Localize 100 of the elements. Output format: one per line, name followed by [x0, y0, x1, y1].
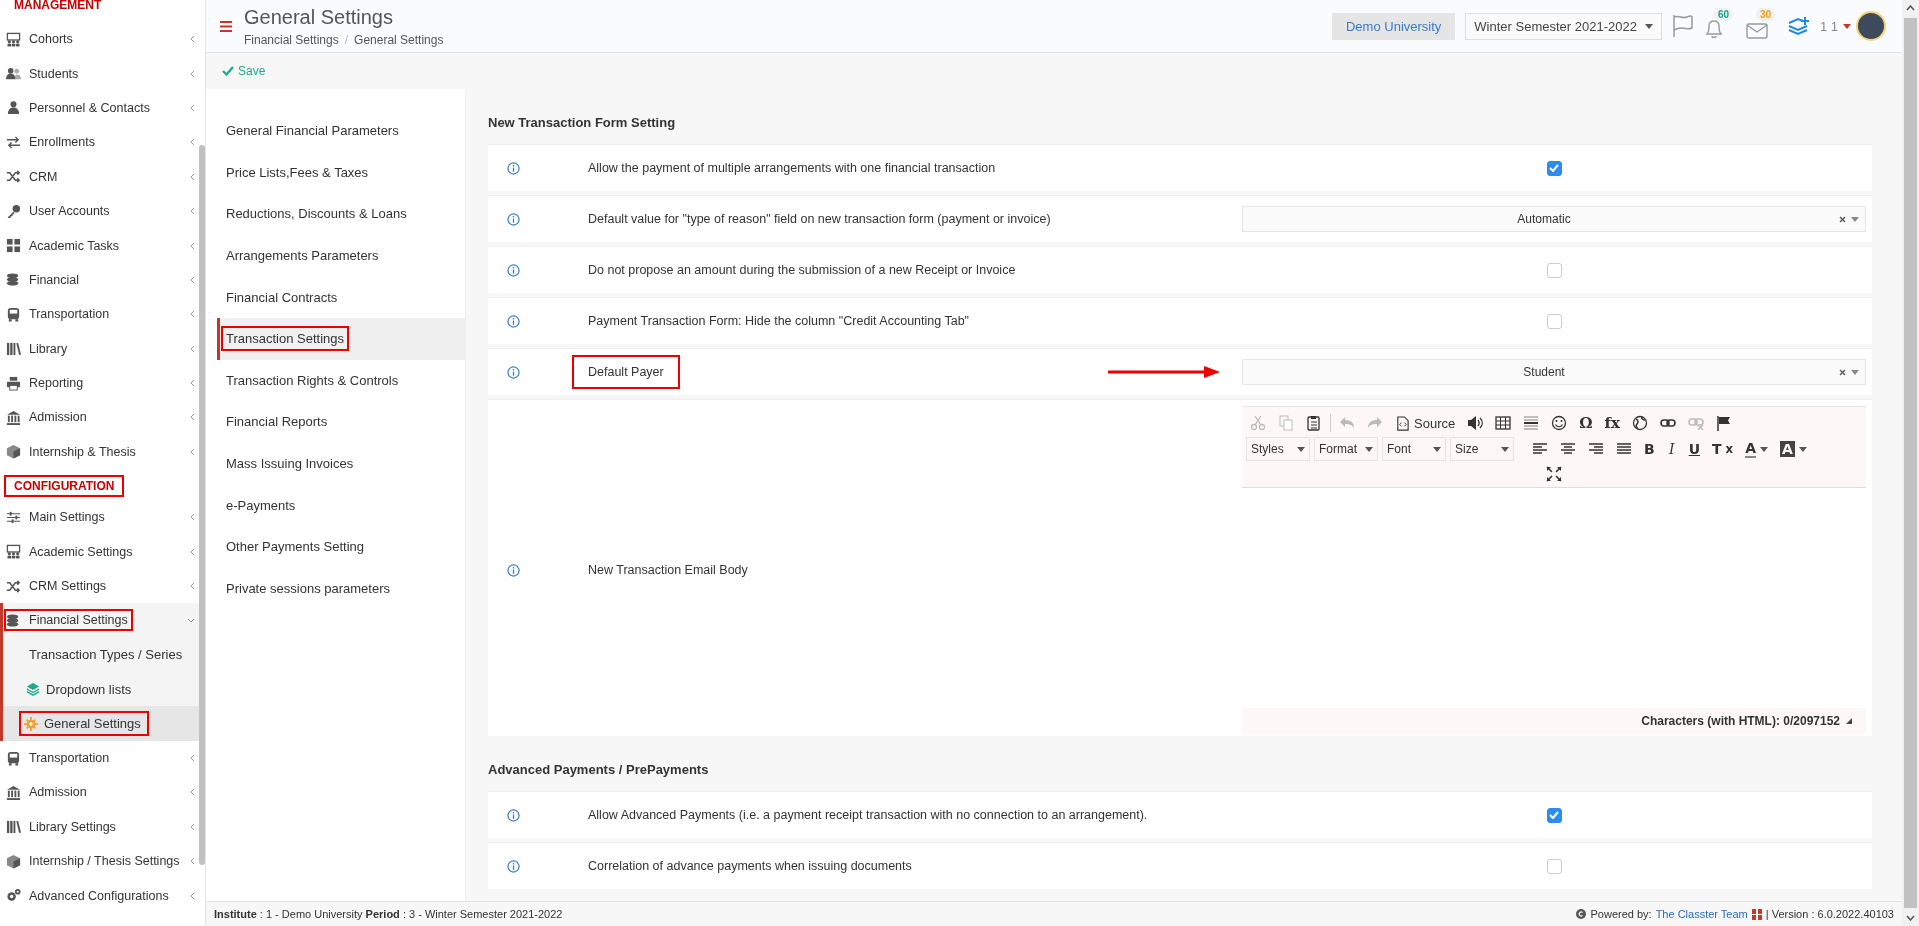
sidebar-item[interactable]: Academic Tasks	[0, 228, 199, 263]
sidebar-item[interactable]: Admission	[0, 775, 199, 810]
scroll-up-icon[interactable]	[1906, 5, 1915, 11]
chevron-left-icon	[189, 275, 195, 284]
breadcrumb-separator: /	[344, 32, 349, 47]
chevron-left-icon	[189, 891, 195, 900]
scrollbar[interactable]	[1902, 0, 1919, 926]
info-icon[interactable]	[506, 161, 520, 175]
sidebar-item[interactable]: Financial Settings	[0, 603, 199, 638]
settings-menu-item[interactable]: Reductions, Discounts & Loans	[217, 193, 465, 235]
select-field[interactable]: Student	[1242, 359, 1866, 385]
books-icon	[6, 341, 21, 357]
sidebar-item[interactable]: Internship / Thesis Settings	[0, 844, 199, 879]
sidebar-item[interactable]: CRM Settings	[0, 568, 199, 604]
info-icon[interactable]	[506, 859, 520, 873]
select-field[interactable]: Automatic	[1242, 206, 1866, 232]
bell-icon[interactable]	[1703, 18, 1724, 40]
toolbar-button[interactable]: Ω	[1575, 411, 1597, 435]
settings-menu-item[interactable]: Arrangements Parameters	[217, 234, 465, 277]
chevron-left-icon	[189, 379, 195, 388]
settings-menu-item[interactable]: e-Payments	[217, 484, 465, 526]
sidebar-item[interactable]: Personnel & Contacts	[0, 90, 199, 126]
settings-menu-item[interactable]: Transaction Rights & Controls	[217, 359, 465, 402]
layers-plus-icon[interactable]	[1787, 16, 1810, 36]
submenu-item[interactable]: Dropdown lists	[0, 672, 199, 707]
caret-icon	[1798, 446, 1807, 452]
sidebar-item[interactable]: CRM	[0, 159, 199, 194]
sidebar-item[interactable]: Internship & Thesis	[0, 434, 199, 470]
sidebar-item[interactable]: Enrollments	[0, 125, 199, 160]
toolbar-dropdown[interactable]: Size	[1450, 437, 1514, 461]
sidebar-item[interactable]: Main Settings	[0, 500, 199, 535]
sidebar-item[interactable]: Reporting	[0, 365, 199, 401]
chevron-left-icon	[189, 310, 195, 319]
caret-icon	[1297, 446, 1305, 452]
clear-icon[interactable]	[1839, 368, 1846, 376]
menu-icon[interactable]	[220, 20, 232, 32]
checkbox[interactable]	[1546, 807, 1562, 823]
checkbox[interactable]	[1546, 313, 1562, 329]
sidebar-item[interactable]: Library	[0, 331, 199, 366]
sidebar-item[interactable]: Transportation	[0, 740, 199, 776]
toolbar-dropdown[interactable]: Styles	[1246, 437, 1310, 461]
info-icon[interactable]	[506, 212, 520, 226]
settings-menu-item[interactable]: Price Lists,Fees & Taxes	[217, 151, 465, 194]
settings-menu-item[interactable]: Transaction Settings	[217, 317, 465, 360]
resize-handle-icon[interactable]	[1846, 718, 1852, 724]
chevron-left-icon	[189, 344, 195, 353]
setting-label: Do not propose an amount during the submission of a new Receipt or Invoice	[587, 262, 1017, 279]
info-icon[interactable]	[506, 263, 520, 277]
toolbar-button[interactable]: I	[1662, 438, 1681, 460]
sidebar-item[interactable]: Cohorts	[0, 22, 199, 57]
setting-label: Default value for "type of reason" field on new transaction form (payment or invoice)	[587, 211, 1052, 228]
toolbar-button[interactable]: U	[1684, 438, 1705, 460]
scrollbar[interactable]	[199, 145, 205, 865]
sidebar-item[interactable]: Admission	[0, 400, 199, 435]
info-icon[interactable]	[506, 808, 520, 822]
people-group-icon	[6, 544, 21, 560]
sidebar-item[interactable]: Academic Settings	[0, 534, 199, 569]
clear-icon[interactable]	[1839, 215, 1846, 223]
settings-menu-item[interactable]: Financial Contracts	[217, 276, 465, 318]
toolbar-dropdown[interactable]: Font	[1382, 437, 1446, 461]
setting-label: Default Payer	[574, 357, 678, 387]
printer-icon	[6, 375, 21, 391]
coins-icon	[6, 612, 21, 628]
avatar[interactable]	[1856, 11, 1886, 41]
team-link[interactable]: The Classter Team	[1655, 908, 1748, 920]
chevron-left-icon	[189, 413, 195, 422]
caret-icon	[1433, 446, 1441, 452]
shuffle-icon	[6, 578, 21, 594]
source-button[interactable]: Source	[1391, 412, 1460, 434]
submenu-item[interactable]: Transaction Types / Series	[0, 637, 199, 673]
checkbox[interactable]	[1546, 858, 1562, 874]
info-icon[interactable]	[506, 563, 520, 577]
settings-menu-item[interactable]: Financial Reports	[217, 401, 465, 443]
checkbox[interactable]	[1546, 262, 1562, 278]
breadcrumb-link[interactable]: Financial Settings	[244, 32, 339, 47]
info-icon[interactable]	[506, 365, 520, 379]
toolbar-dropdown[interactable]: Format	[1314, 437, 1378, 461]
sidebar-item[interactable]: Advanced Configurations	[0, 878, 199, 913]
text-color-button[interactable]: A	[1741, 437, 1772, 461]
toolbar-button[interactable]: B	[1640, 438, 1659, 460]
period-dropdown[interactable]: Winter Semester 2021-2022	[1465, 12, 1662, 40]
sidebar-item[interactable]: User Accounts	[0, 193, 199, 229]
settings-menu-item[interactable]: Private sessions parameters	[217, 567, 465, 610]
background-color-button[interactable]: A	[1776, 438, 1811, 460]
institution-button[interactable]: Demo University	[1331, 12, 1456, 40]
sidebar-item[interactable]: Library Settings	[0, 809, 199, 844]
scroll-down-icon[interactable]	[1906, 915, 1915, 921]
checkbox[interactable]	[1546, 160, 1562, 176]
message-badge: 30	[1755, 8, 1776, 21]
settings-menu-item[interactable]: General Financial Parameters	[217, 110, 465, 152]
key-icon	[6, 203, 21, 219]
submenu-item[interactable]: General Settings	[0, 706, 199, 741]
sidebar-item[interactable]: Students	[0, 56, 199, 91]
info-icon[interactable]	[506, 314, 520, 328]
sidebar-item[interactable]: Transportation	[0, 297, 199, 332]
sidebar-item[interactable]: Financial	[0, 262, 199, 298]
envelope-icon[interactable]	[1745, 22, 1768, 40]
toolbar-button[interactable]: fx	[1600, 411, 1624, 435]
settings-menu-item[interactable]: Mass Issuing Invoices	[217, 442, 465, 485]
settings-menu-item[interactable]: Other Payments Setting	[217, 525, 465, 568]
